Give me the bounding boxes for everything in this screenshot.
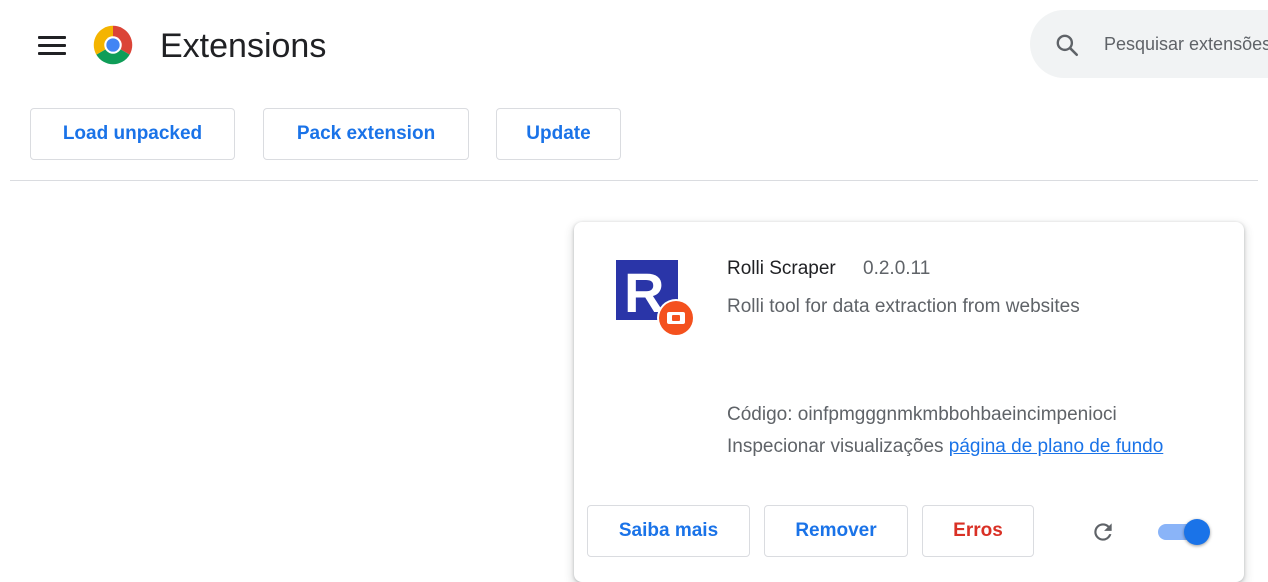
errors-button[interactable]: Erros — [922, 505, 1034, 557]
pack-extension-button[interactable]: Pack extension — [263, 108, 469, 160]
chrome-logo-icon — [93, 25, 133, 65]
search-input[interactable] — [1104, 30, 1268, 58]
search-box[interactable] — [1030, 10, 1268, 78]
extension-id: Código: oinfpmgggnmkmbbohbaeincimpenioci — [727, 404, 1117, 425]
update-button[interactable]: Update — [496, 108, 621, 160]
extension-description: Rolli tool for data extraction from webs… — [727, 296, 1080, 317]
hamburger-menu-icon[interactable] — [38, 36, 66, 56]
extension-name: Rolli Scraper — [727, 258, 836, 279]
inspect-views: Inspecionar visualizações página de plan… — [727, 436, 1217, 458]
load-unpacked-button[interactable]: Load unpacked — [30, 108, 235, 160]
inspect-views-label: Inspecionar visualizações — [727, 436, 944, 457]
details-button[interactable]: Saiba mais — [587, 505, 750, 557]
toggle-knob — [1184, 519, 1210, 545]
background-page-link[interactable]: página de plano de fundo — [949, 436, 1163, 457]
search-icon — [1056, 34, 1079, 57]
extension-card: R Rolli Scraper 0.2.0.11 Rolli tool for … — [574, 222, 1244, 582]
rolli-scraper-icon: R — [616, 260, 695, 337]
extension-enable-toggle[interactable] — [1158, 518, 1210, 546]
toolbar-divider — [10, 180, 1258, 181]
extension-version: 0.2.0.11 — [863, 258, 931, 279]
page-title: Extensions — [160, 27, 327, 65]
reload-icon[interactable] — [1090, 519, 1116, 545]
top-bar: Extensions — [0, 0, 1268, 90]
remove-button[interactable]: Remover — [764, 505, 908, 557]
